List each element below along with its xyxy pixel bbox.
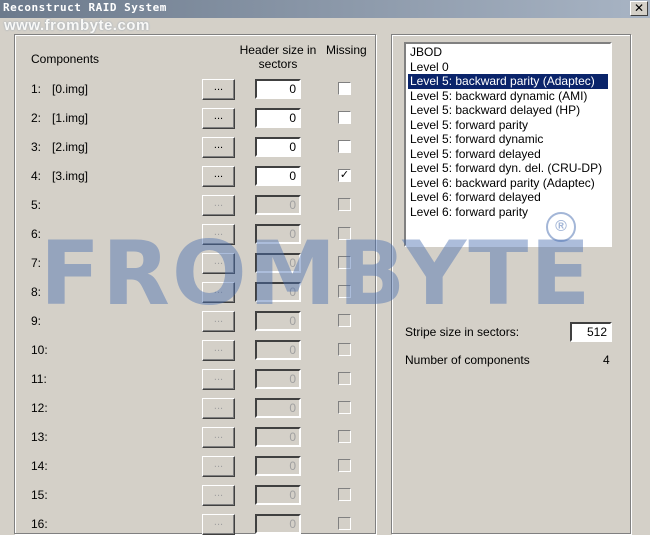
missing-checkbox[interactable] [338, 372, 351, 385]
component-number: 11: [31, 372, 47, 386]
header-size-input[interactable]: 0 [255, 195, 301, 215]
component-number: 3: [31, 140, 42, 154]
component-number: 2: [31, 111, 42, 125]
browse-button[interactable]: ... [202, 79, 235, 100]
header-size-input[interactable]: 0 [255, 340, 301, 360]
browse-button[interactable]: ... [202, 369, 235, 390]
header-size-input[interactable]: 0 [255, 398, 301, 418]
num-components-label: Number of components [405, 353, 530, 367]
missing-checkbox[interactable] [338, 343, 351, 356]
raid-level-item[interactable]: JBOD [408, 45, 608, 60]
missing-checkbox[interactable] [338, 82, 351, 95]
raid-level-item[interactable]: Level 5: backward dynamic (AMI) [408, 89, 608, 104]
components-header: Components [31, 52, 100, 66]
header-size-input[interactable]: 0 [255, 369, 301, 389]
raid-level-item[interactable]: Level 5: forward dyn. del. (CRU-DP) [408, 161, 608, 176]
component-file-name: [1.img] [52, 111, 89, 125]
missing-checkbox[interactable] [338, 111, 351, 124]
watermark-url: www.frombyte.com [4, 17, 150, 34]
header-size-header: Header size in sectors [239, 43, 317, 71]
browse-button[interactable]: ... [202, 166, 235, 187]
raid-level-item[interactable]: Level 6: forward delayed [408, 190, 608, 205]
raid-level-item[interactable]: Level 5: backward parity (Adaptec) [408, 74, 608, 89]
title-bar: Reconstruct RAID System ✕ [0, 0, 650, 18]
header-size-input[interactable]: 0 [255, 456, 301, 476]
raid-level-item[interactable]: Level 5: backward delayed (HP) [408, 103, 608, 118]
raid-level-item[interactable]: Level 5: forward delayed [408, 147, 608, 162]
component-file-name: [3.img] [52, 169, 89, 183]
browse-button[interactable]: ... [202, 195, 235, 216]
raid-level-item[interactable]: Level 0 [408, 60, 608, 75]
component-number: 5: [31, 198, 42, 212]
num-components-value: 4 [603, 353, 610, 367]
browse-button[interactable]: ... [202, 456, 235, 477]
raid-level-item[interactable]: Level 5: forward parity [408, 118, 608, 133]
component-number: 10: [31, 343, 48, 357]
missing-header: Missing [326, 43, 367, 57]
header-size-input[interactable]: 0 [255, 108, 301, 128]
browse-button[interactable]: ... [202, 514, 235, 535]
header-size-input[interactable]: 0 [255, 79, 301, 99]
component-number: 15: [31, 488, 48, 502]
stripe-size-label: Stripe size in sectors: [405, 325, 520, 339]
missing-checkbox[interactable] [338, 140, 351, 153]
missing-checkbox[interactable] [338, 488, 351, 501]
header-size-input[interactable]: 0 [255, 514, 301, 534]
browse-button[interactable]: ... [202, 108, 235, 129]
component-number: 14: [31, 459, 48, 473]
missing-checkbox[interactable]: ✓ [338, 169, 351, 182]
browse-button[interactable]: ... [202, 427, 235, 448]
component-number: 13: [31, 430, 48, 444]
browse-button[interactable]: ... [202, 340, 235, 361]
raid-level-list[interactable]: JBOD Level 0 Level 5: backward parity (Ada… [404, 42, 612, 247]
header-size-input[interactable]: 0 [255, 137, 301, 157]
component-file-name: [2.img] [52, 140, 89, 154]
missing-checkbox[interactable] [338, 517, 351, 530]
close-icon: ✕ [633, 1, 645, 15]
header-size-input[interactable]: 0 [255, 485, 301, 505]
component-number: 12: [31, 401, 48, 415]
header-size-input[interactable]: 0 [255, 166, 301, 186]
component-file-name: [0.img] [52, 82, 89, 96]
raid-level-item[interactable]: Level 6: forward parity [408, 205, 608, 220]
stripe-size-input[interactable]: 512 [570, 322, 612, 342]
missing-checkbox[interactable] [338, 401, 351, 414]
watermark-logo: FROMBYTE [40, 222, 593, 325]
registered-mark: ® [546, 212, 576, 242]
missing-checkbox[interactable] [338, 430, 351, 443]
window-title: Reconstruct RAID System [3, 1, 167, 14]
component-number: 16: [31, 517, 48, 531]
raid-level-item[interactable]: Level 5: forward dynamic [408, 132, 608, 147]
header-size-input[interactable]: 0 [255, 427, 301, 447]
close-button[interactable]: ✕ [630, 1, 648, 16]
missing-checkbox[interactable] [338, 459, 351, 472]
browse-button[interactable]: ... [202, 398, 235, 419]
raid-level-item[interactable]: Level 6: backward parity (Adaptec) [408, 176, 608, 191]
browse-button[interactable]: ... [202, 137, 235, 158]
missing-checkbox[interactable] [338, 198, 351, 211]
component-number: 1: [31, 82, 42, 96]
browse-button[interactable]: ... [202, 485, 235, 506]
component-number: 4: [31, 169, 42, 183]
